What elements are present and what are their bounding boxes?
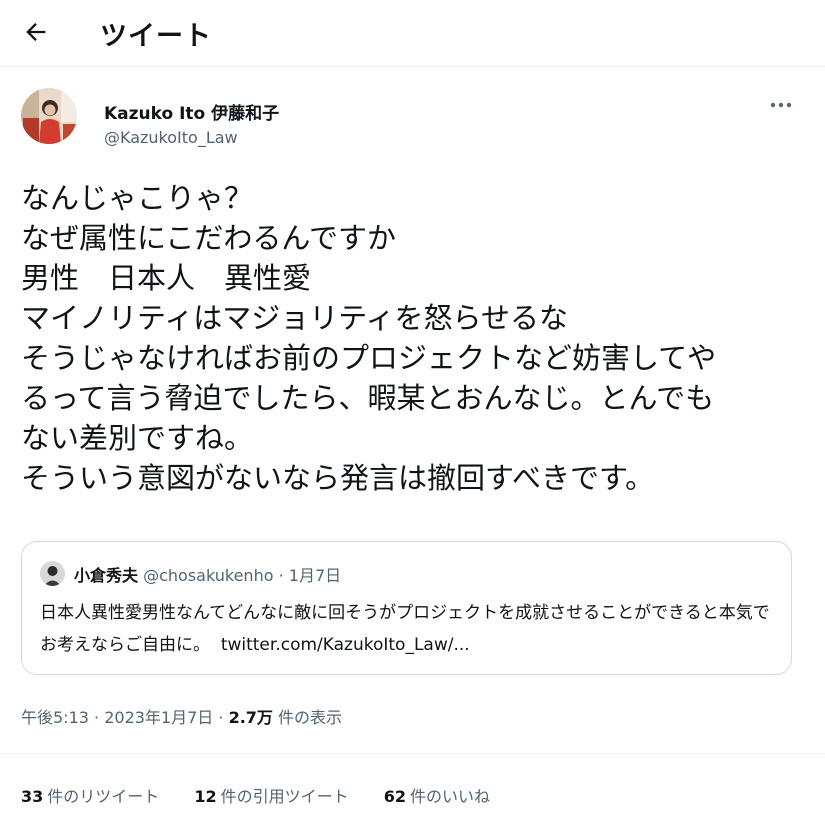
quote-label: 件の引用ツイート [220,787,349,806]
avatar-photo [21,88,77,144]
like-count: 62 [383,787,407,806]
tweet-timestamp: 午後5:13 · 2023年1月7日 · 2.7万 件の表示 [21,708,343,727]
quote-link[interactable]: twitter.com/KazukoIto_Law/... [221,635,470,655]
view-label: 件の表示 [278,708,343,727]
like-count-link[interactable]: 62 件のいいね [384,787,490,806]
retweet-count-link[interactable]: 33 件のリツイート [21,787,159,806]
quote-count-link[interactable]: 12 件の引用ツイート [194,787,348,806]
top-bar: ツイート [0,0,825,66]
header-divider [0,66,825,67]
retweet-count: 33 [21,787,44,806]
back-button[interactable] [22,18,50,46]
more-options-button[interactable] [766,94,796,116]
like-label: 件のいいね [410,787,491,806]
quote-author-name: 小倉秀夫 [74,566,139,585]
author-handle[interactable]: @KazukoIto_Law [104,128,238,147]
quote-separator: · [278,566,284,585]
page-title: ツイート [100,21,212,52]
quote-avatar [40,561,65,586]
tweet-text: なんじゃこりゃ？ なぜ属性にこだわるんですか 男性 日本人 異性愛 マイノリティ… [21,181,717,495]
author-avatar[interactable] [21,88,77,144]
arrow-left-icon [26,23,46,41]
quote-author-handle: @chosakukenho [143,566,274,585]
tweet-time[interactable]: 午後5:13 [21,708,89,727]
meta-divider [0,753,825,754]
quote-header: 小倉秀夫 @chosakukenho · 1月7日 [74,562,341,586]
engagement-stats: 33 件のリツイート 12 件の引用ツイート 62 件のいいね [21,783,520,807]
view-count: 2.7万 [228,708,273,727]
more-horizontal-icon [770,102,792,108]
author-display-name[interactable]: Kazuko Ito 伊藤和子 [104,99,279,124]
quote-date: 1月7日 [288,566,342,585]
retweet-label: 件のリツイート [47,787,160,806]
quote-avatar-photo [40,561,65,586]
quote-count: 12 [194,787,217,806]
tweet-date[interactable]: 2023年1月7日 [104,708,213,727]
quote-text-block: 日本人異性愛男性なんてどんなに敵に回そうがプロジェクトを成就させることができると… [40,597,785,661]
quoted-tweet[interactable]: 小倉秀夫 @chosakukenho · 1月7日 日本人異性愛男性なんてどんな… [21,541,792,675]
